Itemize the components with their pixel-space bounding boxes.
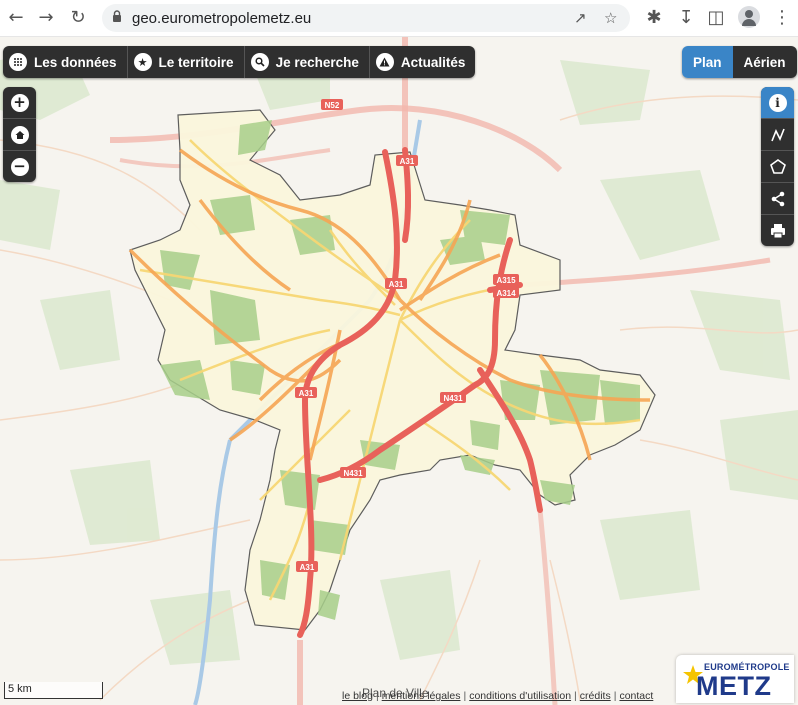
menu-le-territoire[interactable]: ★ Le territoire [127, 46, 245, 78]
url-text: geo.eurometropolemetz.eu [132, 10, 312, 27]
route-label-a31-far-south: A31 [300, 563, 315, 572]
zoom-out-icon: − [10, 157, 29, 176]
menu-actualites-label: Actualités [400, 54, 466, 70]
main-menu-bar: Les données ★ Le territoire Je recherche… [3, 46, 476, 78]
scale-bar: 5 km [4, 682, 103, 699]
footer-link-conditions[interactable]: conditions d'utilisation [469, 690, 571, 702]
extension-icon[interactable]: ✱ [644, 8, 664, 28]
download-icon[interactable]: ↧ [676, 8, 696, 28]
grid-icon [9, 53, 27, 71]
eurometropole-metz-logo[interactable]: EUROMÉTROPOLE METZ [676, 655, 794, 703]
route-label-n431-east: N431 [443, 394, 463, 403]
profile-icon[interactable] [738, 6, 760, 28]
zoom-controls: + − [3, 87, 36, 182]
plan-button[interactable]: Plan [682, 46, 733, 78]
menu-les-donnees[interactable]: Les données [3, 46, 128, 78]
share-icon[interactable]: ↗ [574, 9, 587, 27]
address-bar[interactable]: geo.eurometropolemetz.eu ↗ ☆ [102, 4, 630, 32]
measure-line-icon [770, 128, 785, 141]
menu-le-territoire-label: Le territoire [158, 54, 234, 70]
route-label-a314: A314 [496, 289, 516, 298]
reload-icon[interactable]: ↻ [68, 8, 88, 28]
search-icon [250, 53, 269, 71]
print-icon [770, 223, 785, 238]
measure-area-icon [769, 158, 786, 174]
logo-main-text: METZ [696, 671, 772, 701]
route-label-a31-south: A31 [299, 389, 314, 398]
forward-arrow-icon[interactable]: → [36, 8, 56, 28]
basemap-toggle: Plan Aérien [682, 46, 797, 78]
map-tools: i [761, 87, 794, 246]
route-label-a315: A315 [496, 276, 516, 285]
footer-link-mentions[interactable]: mentions légales [382, 690, 461, 702]
menu-actualites[interactable]: Actualités [369, 46, 476, 78]
print-button[interactable] [761, 215, 794, 246]
scale-label: 5 km [8, 683, 32, 695]
zoom-in-button[interactable]: + [3, 87, 36, 119]
share-icon [771, 191, 784, 206]
footer-link-contact[interactable]: contact [619, 690, 653, 702]
footer-links: le blog | mentions légales | conditions d'ut… [342, 690, 654, 702]
lock-icon [113, 10, 121, 22]
zoom-out-button[interactable]: − [3, 151, 36, 182]
info-icon: i [768, 93, 787, 112]
browser-toolbar: ← → ↻ geo.eurometropolemetz.eu ↗ ☆ ✱ ↧ ◫… [0, 0, 798, 37]
menu-je-recherche-label: Je recherche [275, 54, 359, 70]
warning-icon [375, 53, 394, 71]
home-icon [10, 125, 29, 144]
route-label-a31-center: A31 [389, 280, 404, 289]
footer-link-blog[interactable]: le blog [342, 690, 373, 702]
star-icon[interactable]: ☆ [604, 9, 617, 27]
sidebar-icon[interactable]: ◫ [706, 8, 726, 28]
back-arrow-icon[interactable]: ← [6, 8, 26, 28]
map-canvas[interactable]: N52 A31 A31 A315 A314 A31 N431 N431 A31 [0, 37, 798, 705]
star-icon: ★ [133, 53, 152, 71]
footer-link-credits[interactable]: crédits [580, 690, 611, 702]
menu-les-donnees-label: Les données [34, 54, 117, 70]
measure-line-button[interactable] [761, 119, 794, 151]
measure-area-button[interactable] [761, 151, 794, 183]
route-label-n431-west: N431 [343, 469, 363, 478]
kebab-menu-icon[interactable]: ⋮ [772, 8, 792, 28]
aerien-button[interactable]: Aérien [732, 46, 797, 78]
route-label-n52: N52 [325, 101, 340, 110]
share-button[interactable] [761, 183, 794, 215]
menu-je-recherche[interactable]: Je recherche [244, 46, 370, 78]
zoom-in-icon: + [10, 93, 29, 112]
home-button[interactable] [3, 119, 36, 151]
info-button[interactable]: i [761, 87, 794, 119]
map-svg: N52 A31 A31 A315 A314 A31 N431 N431 A31 [0, 37, 798, 705]
route-label-a31-north: A31 [400, 157, 415, 166]
